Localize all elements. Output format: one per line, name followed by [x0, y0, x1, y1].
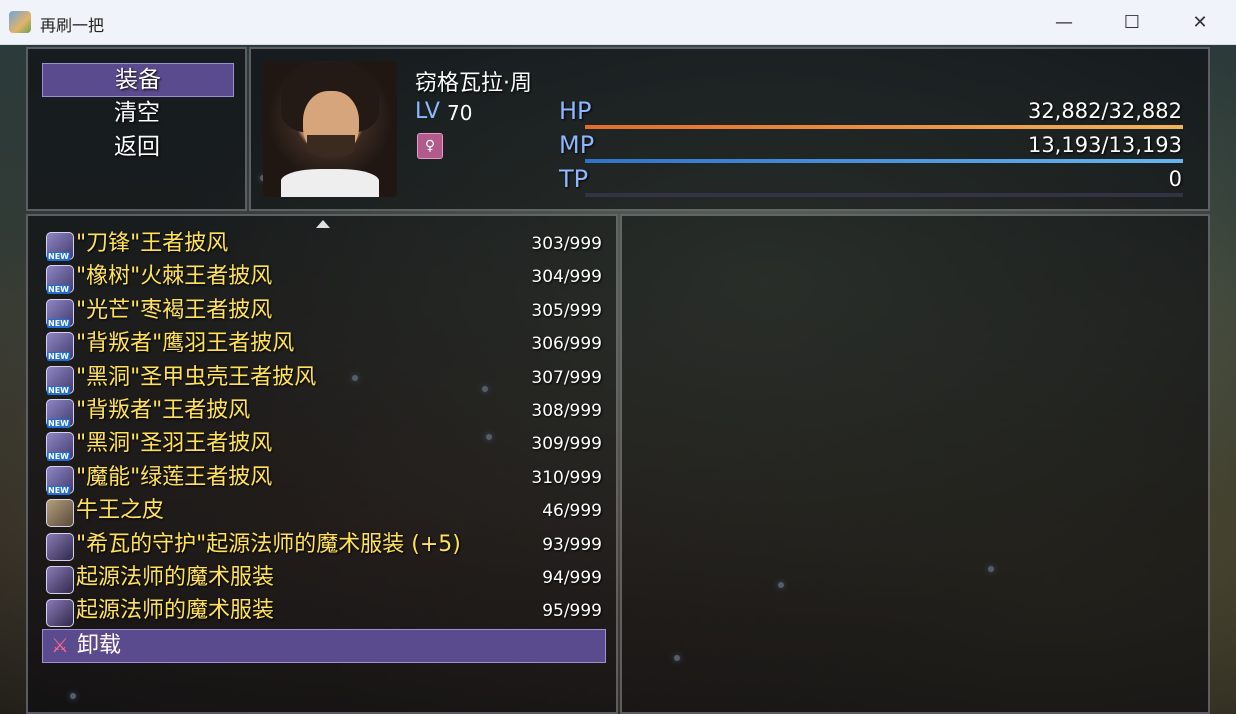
robe-icon: [46, 532, 74, 561]
item-count: 93/999: [542, 534, 602, 555]
item-row[interactable]: NEW "光芒"枣褐王者披风 305/999: [44, 295, 604, 328]
minimize-button[interactable]: —: [1036, 0, 1092, 44]
new-badge: NEW: [47, 285, 70, 295]
command-clear[interactable]: 清空: [42, 97, 232, 129]
item-name: 起源法师的魔术服装: [76, 565, 275, 590]
cloak-icon: NEW: [46, 365, 74, 395]
item-name: 牛王之皮: [76, 498, 165, 524]
item-count: 46/999: [542, 501, 602, 522]
actor-name: 窃格瓦拉·周: [415, 71, 532, 96]
hp-label: HP: [559, 97, 592, 125]
item-row[interactable]: NEW "背叛者"鹰羽王者披风 306/999: [44, 328, 604, 362]
beast-hide-icon: [46, 499, 74, 528]
item-row[interactable]: NEW "黑洞"圣羽王者披风 309/999: [44, 428, 604, 462]
hp-gauge: [585, 125, 1183, 129]
mp-gauge: [585, 159, 1183, 163]
status-window: 窃格瓦拉·周 LV 70 ♀ HP 32,882/32,882 MP 13,19…: [249, 47, 1210, 211]
item-count: 306/999: [531, 334, 602, 355]
new-badge: NEW: [47, 452, 70, 462]
item-row[interactable]: NEW "橡树"火棘王者披风 304/999: [44, 261, 604, 295]
unequip-icon: ⚔: [51, 633, 69, 657]
item-row[interactable]: 牛王之皮 46/999: [44, 495, 604, 528]
item-count: 309/999: [531, 434, 602, 455]
tp-label: TP: [559, 165, 589, 193]
item-name: "黑洞"圣羽王者披风: [76, 431, 273, 457]
item-count: 308/999: [531, 401, 602, 421]
item-count: 305/999: [531, 300, 602, 321]
item-count: 304/999: [531, 267, 602, 288]
cloak-icon: NEW: [46, 298, 74, 328]
item-name: "光芒"枣褐王者披风: [76, 297, 273, 323]
item-detail-window: [620, 214, 1210, 714]
item-count: 310/999: [531, 467, 602, 488]
unequip-item[interactable]: ⚔ 卸载: [42, 629, 606, 663]
item-count: 95/999: [542, 601, 602, 622]
close-button[interactable]: ✕: [1172, 0, 1228, 44]
mp-label: MP: [559, 131, 595, 159]
item-row[interactable]: NEW "魔能"绿莲王者披风 310/999: [44, 462, 604, 495]
maximize-button[interactable]: ☐: [1104, 0, 1160, 44]
item-row[interactable]: 起源法师的魔术服装 94/999: [44, 562, 604, 594]
new-badge: NEW: [47, 318, 70, 328]
command-window: 装备 清空 返回: [26, 47, 247, 211]
tp-value: 0: [1168, 167, 1182, 191]
item-name: "刀锋"王者披风: [76, 231, 229, 256]
item-row[interactable]: NEW "黑洞"圣甲虫壳王者披风 307/999: [44, 362, 604, 395]
robe-icon: [46, 599, 74, 628]
actor-face: [263, 61, 397, 197]
cloak-icon: NEW: [46, 465, 74, 495]
window-title: 再刷一把: [40, 16, 105, 35]
item-name: "背叛者"王者披风: [76, 398, 251, 423]
cloak-icon: NEW: [46, 399, 74, 428]
item-list-window: NEW "刀锋"王者披风 303/999 NEW "橡树"火棘王者披风 304/999 NE…: [26, 214, 618, 714]
scroll-up-arrow-icon[interactable]: [316, 220, 330, 228]
item-row[interactable]: "希瓦的守护"起源法师的魔术服装 (+5) 93/999: [44, 529, 604, 561]
game-screen: 装备 清空 返回 窃格瓦拉·周 LV 70 ♀ HP 32,882/32,882…: [0, 45, 1236, 714]
cloak-icon: NEW: [46, 232, 74, 261]
female-symbol-icon: ♀: [417, 133, 443, 159]
item-row[interactable]: NEW "刀锋"王者披风 303/999: [44, 228, 604, 261]
new-badge: NEW: [47, 352, 70, 362]
item-name: "黑洞"圣甲虫壳王者披风: [76, 364, 317, 390]
item-name: "橡树"火棘王者披风: [76, 264, 273, 290]
item-count: 307/999: [531, 367, 602, 388]
item-name: 起源法师的魔术服装: [76, 598, 275, 624]
hp-value: 32,882/32,882: [1027, 99, 1182, 123]
mp-value: 13,193/13,193: [1027, 133, 1182, 157]
unequip-label: 卸载: [77, 633, 122, 658]
cloak-icon: NEW: [46, 332, 74, 362]
item-name: "魔能"绿莲王者披风: [76, 464, 273, 490]
new-badge: NEW: [47, 252, 70, 261]
level-label: LV: [415, 99, 440, 124]
new-badge: NEW: [47, 485, 70, 495]
item-name: "背叛者"鹰羽王者披风: [76, 331, 295, 357]
item-count: 303/999: [531, 234, 602, 254]
app-icon: [9, 11, 31, 33]
cloak-icon: NEW: [46, 265, 74, 295]
item-row[interactable]: 起源法师的魔术服装 95/999: [44, 595, 604, 628]
item-name: "希瓦的守护"起源法师的魔术服装 (+5): [76, 531, 461, 557]
robe-icon: [46, 566, 74, 594]
item-count: 94/999: [542, 568, 602, 588]
item-row[interactable]: NEW "背叛者"王者披风 308/999: [44, 395, 604, 428]
command-back[interactable]: 返回: [42, 131, 232, 163]
tp-gauge: [585, 193, 1183, 197]
cloak-icon: NEW: [46, 432, 74, 462]
command-equip[interactable]: 装备: [42, 63, 234, 97]
window-titlebar: 再刷一把 — ☐ ✕: [0, 0, 1236, 45]
new-badge: NEW: [47, 419, 70, 428]
level-value: 70: [447, 101, 473, 125]
new-badge: NEW: [47, 385, 70, 395]
